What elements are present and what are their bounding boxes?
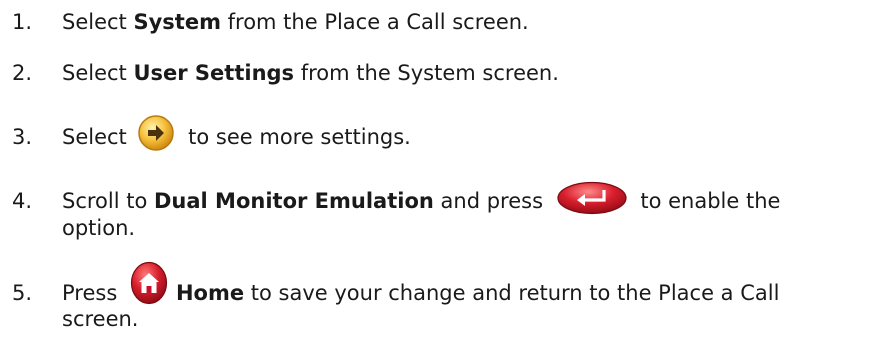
enter-return-icon [556,181,628,215]
home-icon [130,261,168,305]
ui-label-dual-monitor-emulation: Dual Monitor Emulation [154,189,434,213]
ui-label-home: Home [175,281,245,305]
ui-label-user-settings: User Settings [133,61,295,85]
step-text: Press Home to save your change and retur… [62,261,884,332]
step-number: 1. [12,10,33,34]
step-text: Select User Settings from the System scr… [62,61,559,85]
step-number: 5. [12,281,33,305]
step-number: 4. [12,189,33,213]
step-text: Select to see more settings. [62,115,884,152]
step-text: Select System from the Place a Call scre… [62,10,529,34]
step-text: Scroll to Dual Monitor Emulation and pre… [62,181,884,241]
ui-label-system: System [133,10,221,34]
right-arrow-icon [137,114,175,152]
step-number: 3. [12,125,33,149]
step-number: 2. [12,61,33,85]
